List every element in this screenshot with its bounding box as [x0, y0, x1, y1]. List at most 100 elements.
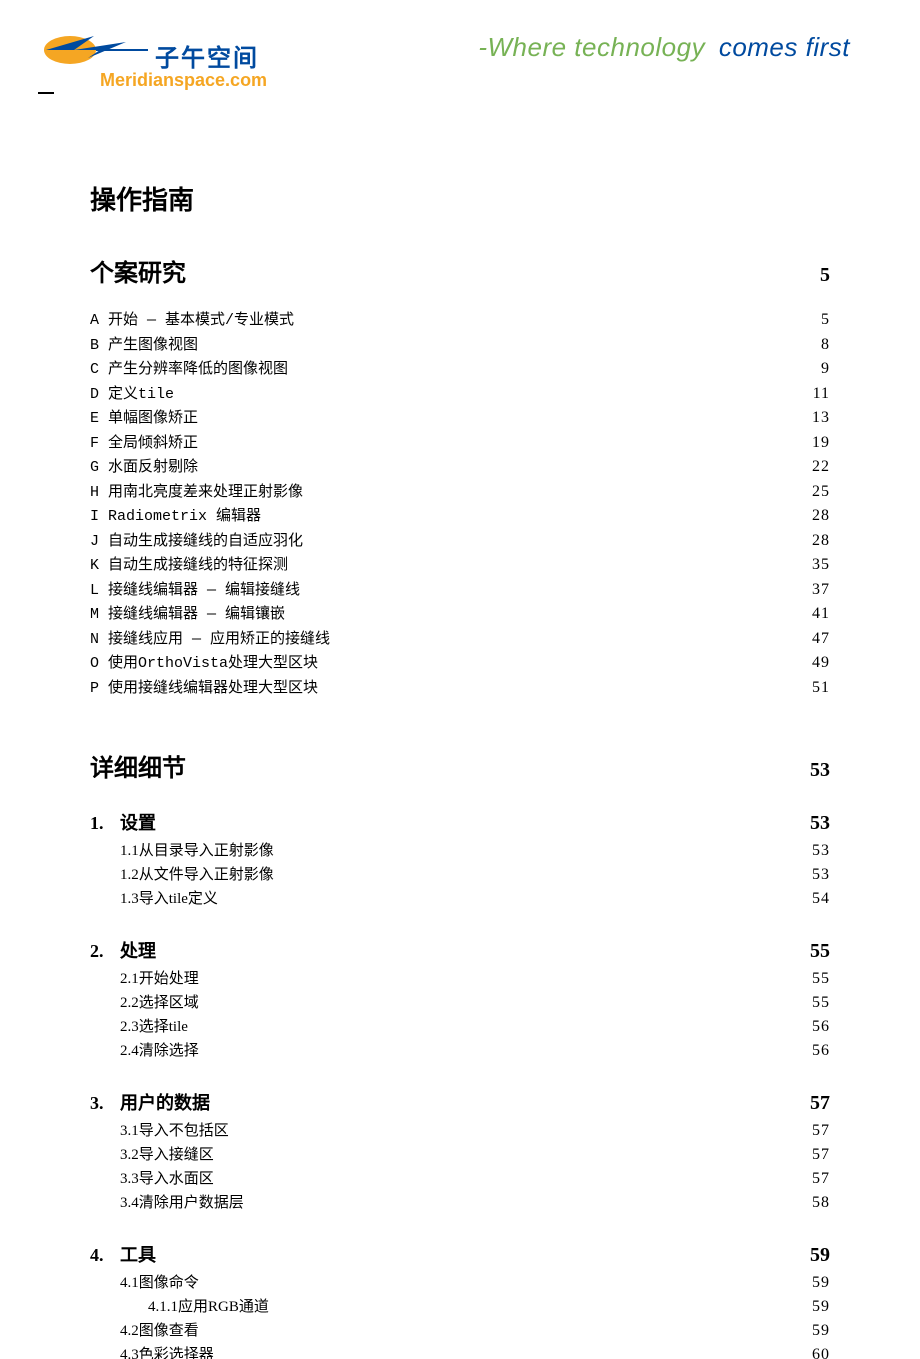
- toc-row: G 水面反射剔除22: [90, 455, 830, 480]
- toc-sub-page: 59: [802, 1319, 830, 1343]
- toc-page: 25: [802, 480, 830, 504]
- toc-sub-page: 53: [802, 863, 830, 887]
- toc-sub-label: 3.2导入接缝区: [120, 1144, 214, 1167]
- toc-label: B 产生图像视图: [90, 335, 198, 358]
- subsection-head: 3.用户的数据57: [90, 1089, 830, 1115]
- subsection-page: 57: [810, 1092, 830, 1115]
- toc-row: L 接缝线编辑器 — 编辑接缝线37: [90, 578, 830, 603]
- page-header: 子午空间 Meridianspace.com -Where technology…: [0, 0, 920, 110]
- toc-page: 37: [802, 578, 830, 602]
- toc-sub-label: 2.1开始处理: [120, 968, 199, 991]
- toc-sub-row: 3.2导入接缝区57: [90, 1143, 830, 1167]
- toc-sub-row: 1.2从文件导入正射影像 53: [90, 863, 830, 887]
- toc-page: 19: [802, 431, 830, 455]
- section-title: 详细细节: [90, 748, 186, 783]
- toc-page: 35: [802, 553, 830, 577]
- section-page: 5: [820, 264, 830, 287]
- toc-sub-row: 3.1导入不包括区57: [90, 1119, 830, 1143]
- toc-page: 51: [802, 676, 830, 700]
- toc-row: A 开始 — 基本模式/专业模式 5: [90, 308, 830, 333]
- toc-label: O 使用OrthoVista处理大型区块: [90, 653, 318, 676]
- toc-sub-label: 1.2从文件导入正射影像: [120, 864, 274, 887]
- section-details: 详细细节 53: [90, 748, 830, 783]
- logo-url: Meridianspace.com: [100, 70, 267, 91]
- header-dash: [38, 92, 54, 94]
- toc-label: A 开始 — 基本模式/专业模式: [90, 310, 294, 333]
- toc-page: 28: [802, 529, 830, 553]
- section-title: 个案研究: [90, 253, 186, 288]
- toc-sub-page: 60: [802, 1343, 830, 1359]
- toc-page: 13: [802, 406, 830, 430]
- toc-label: F 全局倾斜矫正: [90, 433, 198, 456]
- toc-sub-row: 1.1从目录导入正射影像 53: [90, 839, 830, 863]
- toc-label: J 自动生成接缝线的自适应羽化: [90, 531, 303, 554]
- toc-sub-row: 2.2选择区域 55: [90, 991, 830, 1015]
- toc-list-cases: A 开始 — 基本模式/专业模式 5B 产生图像视图8C 产生分辨率降低的图像视图…: [90, 308, 830, 700]
- subsection-page: 55: [810, 940, 830, 963]
- toc-page: 5: [802, 308, 830, 332]
- toc-sub-label: 4.3色彩选择器: [120, 1344, 214, 1359]
- toc-label: H 用南北亮度差来处理正射影像: [90, 482, 303, 505]
- toc-sub-row: 3.3导入水面区 57: [90, 1167, 830, 1191]
- subsection-number: 1.: [90, 813, 120, 834]
- subsection-title: 用户的数据: [120, 1089, 810, 1115]
- toc-sub-page: 58: [802, 1191, 830, 1215]
- subsection-number: 2.: [90, 941, 120, 962]
- tagline-part1: -Where technology: [478, 32, 705, 62]
- toc-sub-label: 1.3导入tile定义: [120, 888, 218, 911]
- toc-row: O 使用OrthoVista处理大型区块49: [90, 651, 830, 676]
- toc-sub-label: 3.4清除用户数据层: [120, 1192, 244, 1215]
- toc-row: K 自动生成接缝线的特征探测 35: [90, 553, 830, 578]
- toc-label: P 使用接缝线编辑器处理大型区块: [90, 678, 318, 701]
- toc-sub-row: 4.3色彩选择器 60: [90, 1343, 830, 1359]
- toc-sub-label: 4.2图像查看: [120, 1320, 199, 1343]
- toc-sub-row: 4.2图像查看 59: [90, 1319, 830, 1343]
- toc-page: 28: [802, 504, 830, 528]
- toc-label: D 定义tile: [90, 384, 174, 407]
- subsection-head: 2.处理55: [90, 937, 830, 963]
- toc-page: 22: [802, 455, 830, 479]
- toc-page: 9: [802, 357, 830, 381]
- toc-sub-page: 59: [802, 1271, 830, 1295]
- toc-sub-page: 56: [802, 1015, 830, 1039]
- section-case-study: 个案研究 5: [90, 253, 830, 288]
- content: 操作指南 个案研究 5 A 开始 — 基本模式/专业模式5B 产生图像视图8C …: [0, 110, 920, 1359]
- toc-row: P 使用接缝线编辑器处理大型区块 51: [90, 676, 830, 701]
- toc-sub-row: 2.3选择tile 56: [90, 1015, 830, 1039]
- toc-sub-row: 4.1图像命令59: [90, 1271, 830, 1295]
- toc-label: C 产生分辨率降低的图像视图: [90, 359, 288, 382]
- toc-label: K 自动生成接缝线的特征探测: [90, 555, 288, 578]
- toc-row: I Radiometrix 编辑器 28: [90, 504, 830, 529]
- subsection-head: 1.设置53: [90, 809, 830, 835]
- toc-row: M 接缝线编辑器 — 编辑镶嵌 41: [90, 602, 830, 627]
- page-title: 操作指南: [90, 180, 830, 217]
- toc-label: E 单幅图像矫正: [90, 408, 198, 431]
- toc-sub-page: 55: [802, 991, 830, 1015]
- toc-page: 41: [802, 602, 830, 626]
- toc-sub-page: 57: [802, 1167, 830, 1191]
- toc-sub-label: 2.3选择tile: [120, 1016, 188, 1039]
- toc-sub-page: 59: [802, 1295, 830, 1319]
- toc-sub-page: 55: [802, 967, 830, 991]
- toc-sub-label: 1.1从目录导入正射影像: [120, 840, 274, 863]
- subsection-title: 处理: [120, 937, 810, 963]
- toc-row: N 接缝线应用 — 应用矫正的接缝线47: [90, 627, 830, 652]
- toc-row: B 产生图像视图8: [90, 333, 830, 358]
- toc-sub-label: 4.1.1应用RGB通道: [148, 1296, 269, 1319]
- toc-sub-label: 3.3导入水面区: [120, 1168, 214, 1191]
- subsection-title: 设置: [120, 809, 810, 835]
- toc-label: N 接缝线应用 — 应用矫正的接缝线: [90, 629, 330, 652]
- toc-sub-page: 53: [802, 839, 830, 863]
- toc-row: C 产生分辨率降低的图像视图 9: [90, 357, 830, 382]
- toc-label: I Radiometrix 编辑器: [90, 506, 261, 529]
- toc-sub-row: 2.1开始处理 55: [90, 967, 830, 991]
- toc-label: M 接缝线编辑器 — 编辑镶嵌: [90, 604, 285, 627]
- toc-sub-label: 2.2选择区域: [120, 992, 199, 1015]
- toc-row: D 定义tile11: [90, 382, 830, 407]
- tagline-part2: comes first: [719, 32, 850, 62]
- toc-sub-page: 56: [802, 1039, 830, 1063]
- subsection-page: 59: [810, 1244, 830, 1267]
- subsection-head: 4.工具59: [90, 1241, 830, 1267]
- subsection-title: 工具: [120, 1241, 810, 1267]
- subsection-number: 4.: [90, 1245, 120, 1266]
